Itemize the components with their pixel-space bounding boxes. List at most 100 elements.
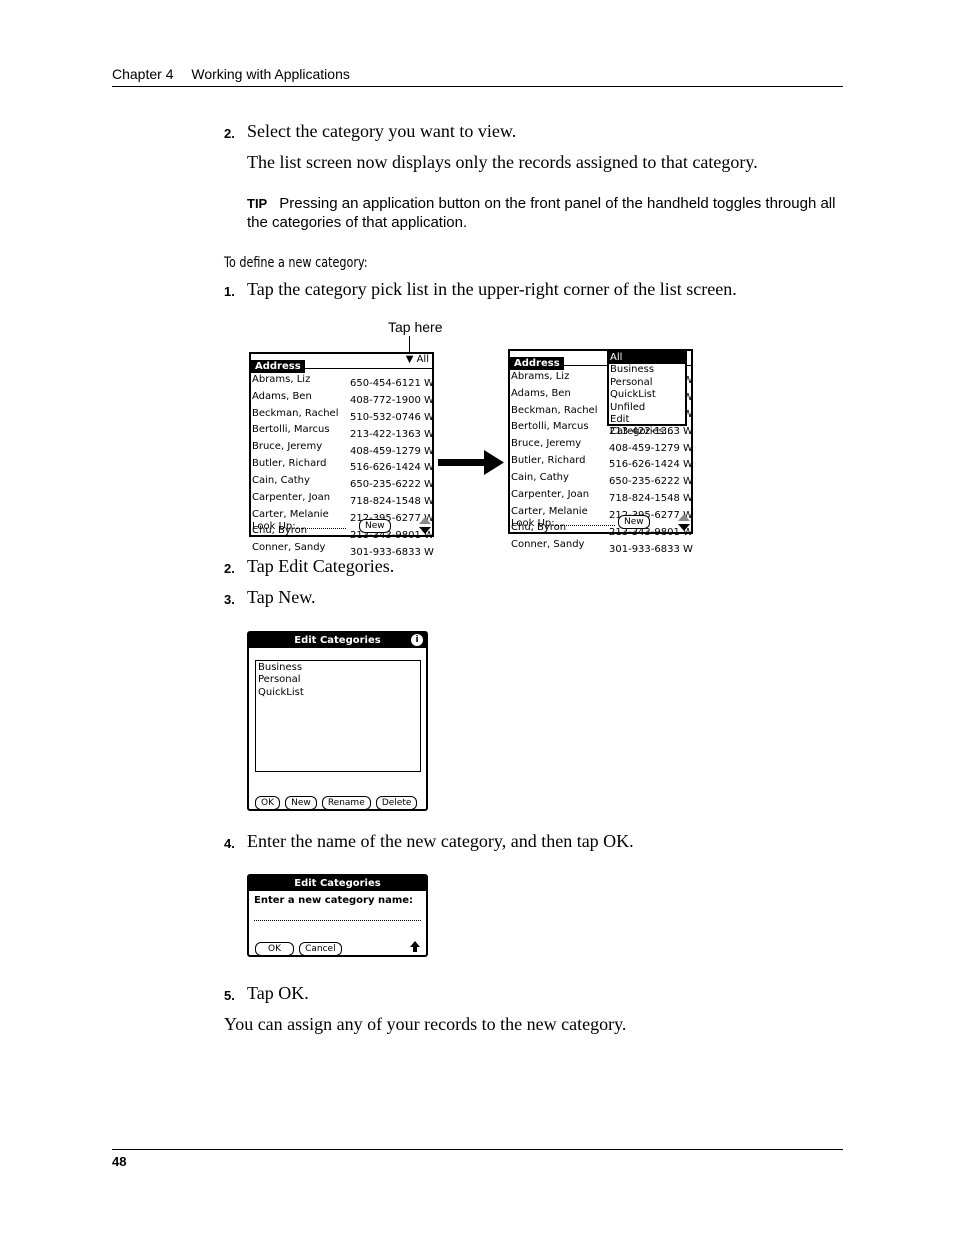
- category-option[interactable]: Business: [609, 364, 685, 376]
- header-rule: [112, 86, 843, 87]
- lookup-field[interactable]: Look Up:: [511, 518, 615, 529]
- dialog-title: Edit Categories: [294, 635, 381, 646]
- dialog-buttons: OK Cancel: [255, 936, 342, 956]
- title-bar: Address ▼ All: [251, 354, 432, 373]
- record-row[interactable]: Abrams, Liz 650-454-6121 W: [252, 374, 434, 391]
- record-name: Beckman, Rachel: [511, 404, 598, 416]
- category-name-input[interactable]: [254, 920, 421, 921]
- record-row[interactable]: Cain, Cathy 650-235-6222 W: [252, 475, 434, 492]
- address-list-screen: Address ▼ All Abrams, Liz 650-454-6121 WA…: [249, 352, 434, 558]
- footer-rule: [112, 1149, 843, 1150]
- category-value: All: [416, 354, 429, 365]
- cancel-button[interactable]: Cancel: [299, 942, 342, 956]
- info-icon[interactable]: i: [411, 634, 423, 646]
- shift-arrow-icon[interactable]: [409, 940, 421, 953]
- category-item[interactable]: Business: [258, 662, 418, 674]
- step-number: 5.: [224, 988, 235, 1003]
- category-option[interactable]: Edit Categories...: [609, 414, 685, 439]
- record-name: Abrams, Liz: [252, 374, 311, 385]
- step-number: 1.: [224, 284, 235, 299]
- record-phone: 516-626-1424 W: [609, 459, 693, 471]
- category-list: Business Personal QuickList: [255, 660, 421, 772]
- record-row[interactable]: Carpenter, Joan 718-824-1548 W: [511, 489, 693, 506]
- app-title: Address: [510, 357, 564, 370]
- record-name: Carter, Melanie: [511, 505, 588, 517]
- new-button[interactable]: New: [359, 519, 391, 533]
- record-row[interactable]: Conner, Sandy 301-933-6833 W: [511, 539, 693, 556]
- step-text: Enter the name of the new category, and …: [247, 831, 634, 851]
- record-row[interactable]: Butler, Richard 516-626-1424 W: [511, 455, 693, 472]
- lookup-label: Look Up:: [252, 521, 296, 532]
- record-phone: 650-235-6222 W: [350, 479, 434, 491]
- step-text: Tap New.: [247, 587, 316, 607]
- record-phone: 301-933-6833 W: [609, 543, 693, 555]
- record-row[interactable]: Adams, Ben 408-772-1900 W: [252, 391, 434, 408]
- category-picker[interactable]: ▼ All: [406, 354, 429, 365]
- record-phone: 650-454-6121 W: [350, 378, 434, 390]
- record-phone: 408-459-1279 W: [350, 445, 434, 457]
- record-name: Cain, Cathy: [511, 471, 569, 483]
- record-name: Carpenter, Joan: [511, 488, 590, 500]
- lookup-label: Look Up:: [511, 518, 555, 529]
- record-name: Conner, Sandy: [252, 542, 326, 554]
- record-row[interactable]: Bertolli, Marcus 213-422-1363 W: [252, 424, 434, 441]
- category-option[interactable]: QuickList: [609, 389, 685, 401]
- ok-button[interactable]: OK: [255, 796, 280, 810]
- new-button[interactable]: New: [618, 515, 650, 529]
- category-option[interactable]: Unfiled: [609, 402, 685, 414]
- dialog-title-bar: Edit Categories: [249, 876, 426, 891]
- lookup-input[interactable]: [295, 528, 346, 529]
- record-row[interactable]: Cain, Cathy 650-235-6222 W: [511, 472, 693, 489]
- step-number: 4.: [224, 836, 235, 851]
- dialog-buttons: OK New Rename Delete: [255, 790, 418, 810]
- new-button[interactable]: New: [285, 796, 317, 810]
- record-row[interactable]: Bruce, Jeremy 408-459-1279 W: [511, 438, 693, 455]
- category-name-prompt: Enter a new category name:: [254, 895, 414, 906]
- app-title: Address: [251, 360, 305, 373]
- record-row[interactable]: Bruce, Jeremy 408-459-1279 W: [252, 441, 434, 458]
- record-phone: 718-824-1548 W: [350, 496, 434, 508]
- record-name: Carpenter, Joan: [252, 491, 331, 503]
- category-option[interactable]: All: [609, 352, 685, 365]
- category-option[interactable]: Personal: [609, 377, 685, 389]
- category-item[interactable]: Personal: [258, 674, 418, 686]
- record-phone: 718-824-1548 W: [609, 493, 693, 505]
- step-number: 2.: [224, 561, 235, 576]
- record-name: Carter, Melanie: [252, 508, 329, 520]
- lookup-field[interactable]: Look Up:: [252, 521, 346, 532]
- address-list-screen-with-popup: Address Abrams, Liz650-454-6121 WAdams, …: [508, 349, 693, 555]
- chapter-label: Chapter 4: [112, 66, 174, 82]
- scroll-arrows-icon[interactable]: [677, 513, 691, 533]
- new-category-dialog: Edit Categories Enter a new category nam…: [247, 874, 428, 957]
- rename-button[interactable]: Rename: [321, 796, 371, 810]
- chevron-down-icon: ▼: [405, 354, 414, 365]
- step-paragraph: The list screen now displays only the re…: [247, 152, 758, 172]
- dialog-title-bar: Edit Categories i: [249, 633, 426, 648]
- step-number: 3.: [224, 592, 235, 607]
- ok-button[interactable]: OK: [255, 942, 294, 956]
- step-text: Tap Edit Categories.: [247, 556, 395, 576]
- delete-button[interactable]: Delete: [375, 796, 418, 810]
- tip-block: TIP Pressing an application button on the…: [247, 194, 847, 232]
- record-name: Adams, Ben: [252, 390, 312, 402]
- step-number: 2.: [224, 126, 235, 141]
- record-name: Butler, Richard: [511, 455, 586, 467]
- record-phone: 650-235-6222 W: [609, 476, 693, 488]
- step-text: Tap the category pick list in the upper-…: [247, 279, 737, 299]
- procedure-heading: To define a new category:: [224, 255, 368, 271]
- record-name: Conner, Sandy: [511, 539, 585, 551]
- record-row[interactable]: Butler, Richard 516-626-1424 W: [252, 458, 434, 475]
- record-phone: 516-626-1424 W: [350, 462, 434, 474]
- record-phone: 510-532-0746 W: [350, 412, 434, 424]
- category-item[interactable]: QuickList: [258, 687, 418, 699]
- record-name: Abrams, Liz: [511, 371, 570, 382]
- edit-categories-dialog: Edit Categories i Business Personal QuickL…: [247, 631, 428, 811]
- record-name: Butler, Richard: [252, 458, 327, 470]
- lookup-input[interactable]: [554, 525, 615, 526]
- record-row[interactable]: Carpenter, Joan 718-824-1548 W: [252, 492, 434, 509]
- record-name: Bertolli, Marcus: [511, 421, 589, 433]
- step-text: Select the category you want to view.: [247, 121, 517, 141]
- closing-paragraph: You can assign any of your records to th…: [224, 1014, 627, 1034]
- scroll-arrows-icon[interactable]: [418, 516, 432, 536]
- record-row[interactable]: Beckman, Rachel 510-532-0746 W: [252, 408, 434, 425]
